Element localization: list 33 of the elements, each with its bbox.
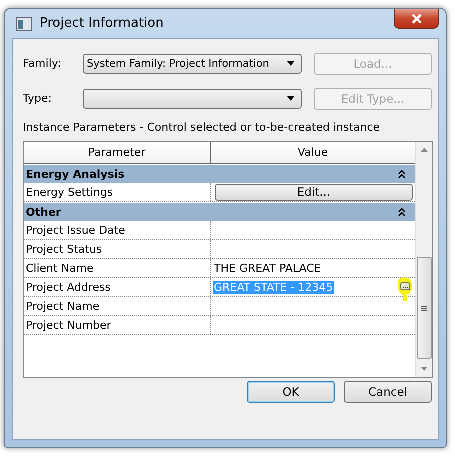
highlight-mark	[397, 276, 413, 302]
parameter-cell: Project Issue Date	[24, 221, 211, 239]
group-header[interactable]: Energy Analysis	[24, 165, 415, 183]
grip-icon	[421, 306, 427, 310]
family-label: Family:	[23, 57, 62, 70]
close-button[interactable]	[394, 9, 439, 29]
cancel-button[interactable]: Cancel	[344, 381, 432, 403]
scrollbar[interactable]	[415, 142, 432, 377]
ok-button[interactable]: OK	[247, 381, 335, 403]
collapse-icon[interactable]	[398, 170, 406, 178]
window-icon	[16, 16, 32, 30]
dropdown-arrow-icon	[287, 61, 295, 66]
parameter-cell: Project Name	[24, 297, 211, 315]
type-label: Type:	[23, 92, 53, 105]
collapse-icon[interactable]	[398, 208, 406, 216]
group-header[interactable]: Other	[24, 203, 415, 221]
edit-button[interactable]: Edit...	[215, 184, 413, 200]
close-icon	[410, 14, 422, 24]
type-dropdown[interactable]	[83, 88, 302, 108]
scroll-thumb[interactable]	[416, 257, 432, 359]
parameter-cell: Project Address	[24, 278, 211, 296]
scroll-up-icon[interactable]	[420, 148, 428, 152]
parameter-cell: Project Number	[24, 316, 211, 334]
parameter-cell: Energy Settings	[24, 183, 211, 201]
family-dropdown[interactable]: System Family: Project Information	[83, 54, 302, 74]
parameter-cell: Project Status	[24, 240, 211, 258]
dropdown-arrow-icon	[287, 96, 295, 101]
column-header[interactable]: Parameter	[24, 142, 211, 163]
parameter-cell: Client Name	[24, 259, 211, 277]
value-cell[interactable]: THE GREAT PALACE	[213, 262, 322, 274]
window-title: Project Information	[40, 16, 164, 31]
scroll-down-icon[interactable]	[420, 367, 428, 371]
instance-parameters-label: Instance Parameters - Control selected or to-be-created instance	[23, 121, 382, 136]
